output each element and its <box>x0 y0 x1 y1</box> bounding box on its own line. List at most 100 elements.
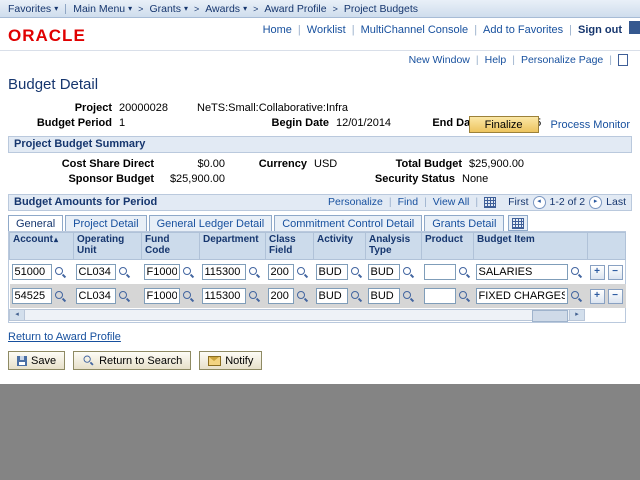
breadcrumb-item-project-budgets[interactable]: Project Budgets <box>344 3 418 15</box>
add-row-button[interactable]: + <box>589 264 605 280</box>
new-window-link[interactable]: New Window <box>409 54 485 66</box>
analysis-type-lookup-icon[interactable] <box>402 266 415 279</box>
add-to-favorites-link[interactable]: Add to Favorites <box>483 24 578 36</box>
project-description: NeTS:Small:Collaborative:Infra <box>197 102 349 114</box>
activity-lookup-icon[interactable] <box>350 266 363 279</box>
analysis-type-lookup-icon[interactable] <box>402 290 415 303</box>
return-to-search-button[interactable]: Return to Search <box>73 351 192 370</box>
sign-out-link[interactable]: Sign out <box>578 24 622 36</box>
breadcrumb-item-favorites[interactable]: Favorites ▾ <box>8 3 58 15</box>
personalize-link[interactable]: Personalize <box>328 196 398 209</box>
product-input[interactable] <box>423 288 456 304</box>
budget-item-input[interactable] <box>475 288 568 304</box>
sponsor-budget-value: $25,900.00 <box>169 173 225 185</box>
column-header-class-field[interactable]: Class Field <box>265 232 314 260</box>
department-lookup-icon[interactable] <box>248 290 261 303</box>
tab-commitment-control-detail[interactable]: Commitment Control Detail <box>274 215 423 231</box>
breadcrumb-separator-icon: > <box>332 3 338 14</box>
account-input[interactable] <box>11 288 52 304</box>
security-status-label: Security Status <box>374 173 455 185</box>
operating-unit-lookup-icon[interactable] <box>118 290 131 303</box>
show-all-columns-button[interactable] <box>508 215 529 231</box>
activity-input[interactable] <box>315 288 348 304</box>
personalize-page-link[interactable]: Personalize Page <box>521 54 618 66</box>
operating-unit-input[interactable] <box>75 288 116 304</box>
department-lookup-icon[interactable] <box>248 266 261 279</box>
help-link[interactable]: Help <box>485 54 521 66</box>
home-link[interactable]: Home <box>263 24 307 36</box>
product-input[interactable] <box>423 264 456 280</box>
scroll-left-icon[interactable]: ◂ <box>10 310 25 320</box>
analysis-type-input[interactable] <box>367 264 400 280</box>
summary-row-1: Cost Share Direct $0.00 Currency USD Tot… <box>8 158 632 170</box>
grid-icon <box>512 217 525 229</box>
worklist-link[interactable]: Worklist <box>307 24 361 36</box>
process-monitor-link[interactable]: Process Monitor <box>551 119 630 131</box>
find-link[interactable]: Find <box>398 196 433 209</box>
notify-button[interactable]: Notify <box>199 351 263 370</box>
operating-unit-input[interactable] <box>75 264 116 280</box>
previous-row-icon[interactable]: ◂ <box>532 196 546 209</box>
account-lookup-icon[interactable] <box>54 290 67 303</box>
breadcrumb-item-grants[interactable]: Grants ▾ <box>149 3 188 15</box>
add-row-button[interactable]: + <box>589 288 605 304</box>
breadcrumb-item-main-menu[interactable]: Main Menu ▾ <box>73 3 132 15</box>
product-lookup-icon[interactable] <box>458 290 471 303</box>
save-button-label: Save <box>31 354 57 367</box>
budget-item-lookup-icon[interactable] <box>570 266 583 279</box>
tab-grants-detail[interactable]: Grants Detail <box>424 215 505 231</box>
grid-horizontal-scrollbar[interactable]: ◂ ▸ <box>9 309 585 322</box>
activity-input[interactable] <box>315 264 348 280</box>
return-to-award-profile-link[interactable]: Return to Award Profile <box>8 331 121 343</box>
fund-code-lookup-icon[interactable] <box>182 266 195 279</box>
fund-code-input[interactable] <box>143 264 180 280</box>
breadcrumb-label: Favorites <box>8 2 52 15</box>
copy-page-icon[interactable] <box>618 54 628 66</box>
department-input[interactable] <box>201 264 246 280</box>
fund-code-input[interactable] <box>143 288 180 304</box>
account-input[interactable] <box>11 264 52 280</box>
column-header-department[interactable]: Department <box>199 232 266 260</box>
class-field-lookup-icon[interactable] <box>296 290 309 303</box>
column-header-budget-item[interactable]: Budget Item <box>473 232 588 260</box>
budget-item-input[interactable] <box>475 264 568 280</box>
class-field-input[interactable] <box>267 288 294 304</box>
column-header-product[interactable]: Product <box>421 232 474 260</box>
next-row-icon[interactable]: ▸ <box>589 196 603 209</box>
class-field-input[interactable] <box>267 264 294 280</box>
analysis-type-input[interactable] <box>367 288 400 304</box>
department-input[interactable] <box>201 288 246 304</box>
tab-general[interactable]: General <box>8 215 64 231</box>
column-header-operating-unit[interactable]: Operating Unit <box>73 232 142 260</box>
tab-general-ledger-detail[interactable]: General Ledger Detail <box>148 215 273 231</box>
first-label[interactable]: First <box>508 196 528 209</box>
column-header-fund-code[interactable]: Fund Code <box>141 232 200 260</box>
last-label[interactable]: Last <box>606 196 626 209</box>
scroll-right-icon[interactable]: ▸ <box>569 310 584 320</box>
activity-lookup-icon[interactable] <box>350 290 363 303</box>
product-lookup-icon[interactable] <box>458 266 471 279</box>
finalize-button[interactable]: Finalize <box>468 116 539 133</box>
fund-code-lookup-icon[interactable] <box>182 290 195 303</box>
breadcrumb-item-award-profile[interactable]: Award Profile <box>264 3 326 15</box>
scrollbar-thumb[interactable] <box>532 310 568 322</box>
column-header-analysis-type[interactable]: Analysis Type <box>365 232 422 260</box>
class-field-lookup-icon[interactable] <box>296 266 309 279</box>
column-header-activity[interactable]: Activity <box>313 232 366 260</box>
security-status-value: None <box>462 173 489 185</box>
multichannel-console-link[interactable]: MultiChannel Console <box>361 24 483 36</box>
save-button[interactable]: Save <box>8 351 66 370</box>
download-grid-icon[interactable] <box>484 197 497 208</box>
chevron-down-icon: ▾ <box>128 4 133 13</box>
account-lookup-icon[interactable] <box>54 266 67 279</box>
currency-value: USD <box>314 158 338 170</box>
delete-row-button[interactable]: − <box>607 264 623 280</box>
view-all-link[interactable]: View All <box>433 196 484 209</box>
budget-item-lookup-icon[interactable] <box>570 290 583 303</box>
delete-row-button[interactable]: − <box>607 288 623 304</box>
operating-unit-lookup-icon[interactable] <box>118 266 131 279</box>
breadcrumb-item-awards[interactable]: Awards ▾ <box>205 3 247 15</box>
project-budget-summary-header: Project Budget Summary <box>8 136 632 153</box>
column-header-account[interactable]: Account▴ <box>9 232 74 260</box>
tab-project-detail[interactable]: Project Detail <box>65 215 147 231</box>
